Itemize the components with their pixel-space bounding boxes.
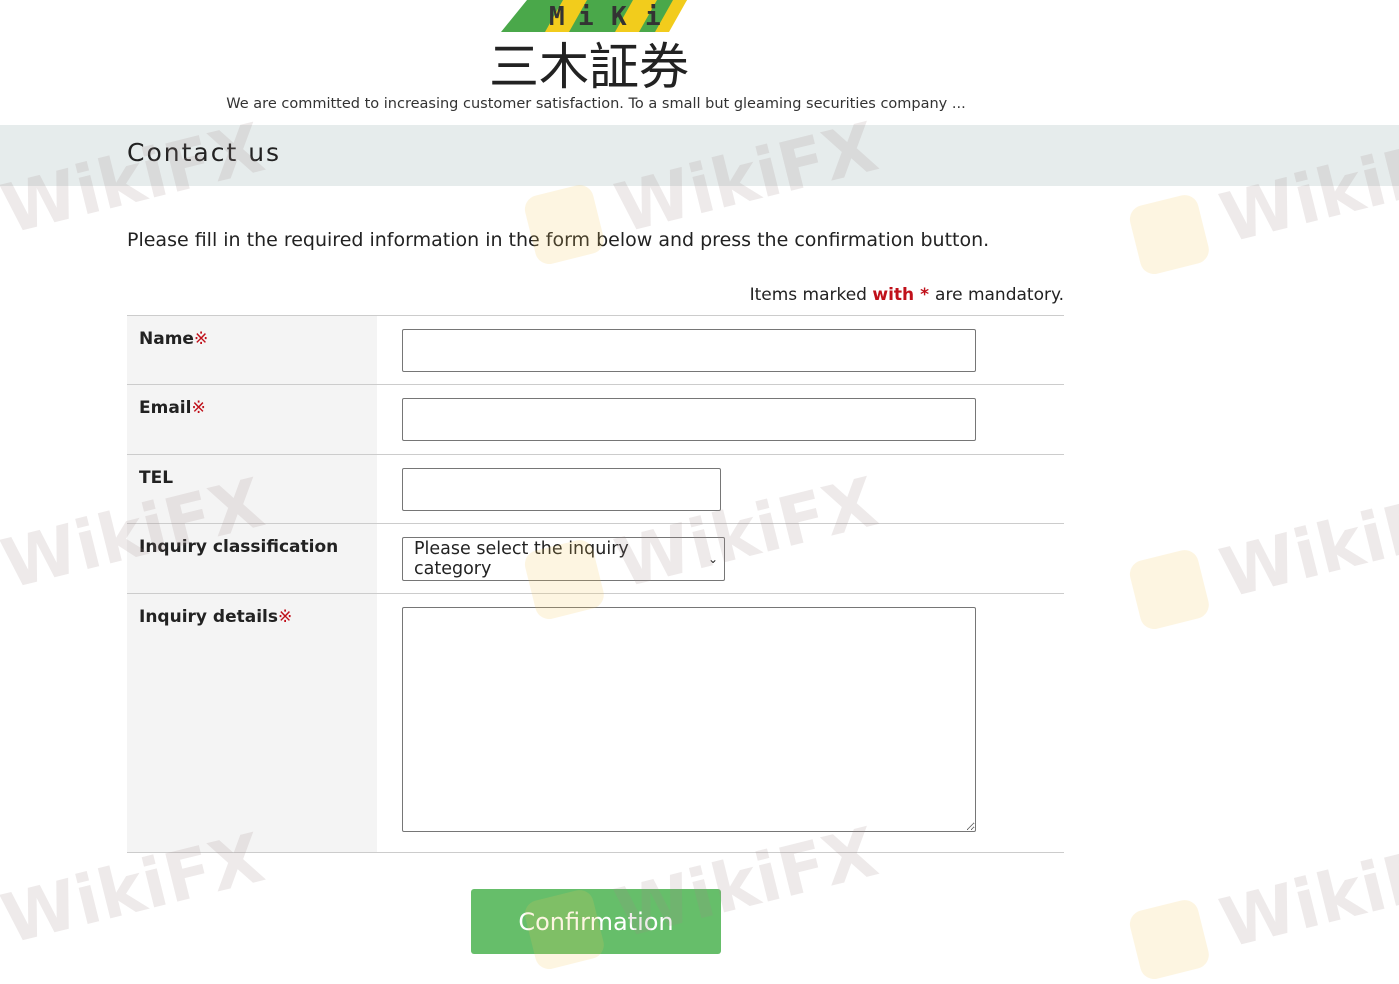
logo-letter-k: K <box>611 2 627 32</box>
mandatory-note: Items marked with * are mandatory. <box>127 285 1064 305</box>
watermark: WikiFX <box>1126 473 1399 636</box>
watermark-logo-icon <box>521 181 607 267</box>
inquiry-category-select[interactable]: Please select the inquiry category ⌄ <box>402 537 725 581</box>
watermark-logo-icon <box>1126 546 1212 632</box>
inquiry-details-field-cell <box>377 594 1064 852</box>
watermark: WikiFX <box>1126 823 1399 984</box>
contact-form: Name※ Email※ TEL Inquiry classification … <box>127 315 1064 853</box>
tel-input[interactable] <box>402 468 721 511</box>
inquiry-class-label: Inquiry classification <box>139 537 339 557</box>
mandatory-note-with: with <box>872 285 915 305</box>
confirmation-button[interactable]: Confirmation <box>471 889 721 954</box>
watermark-text: WikiFX <box>1213 473 1399 615</box>
page-title: Contact us <box>127 138 282 167</box>
logo-letter-i2: i <box>645 2 661 32</box>
mandatory-star: * <box>920 285 930 305</box>
email-field-cell <box>377 385 1064 454</box>
logo-kanji: 三木証券 <box>489 38 689 90</box>
form-row-email: Email※ <box>127 385 1064 455</box>
email-label: Email <box>139 398 192 418</box>
contact-page: M i K i 三木証券 We are committed to increas… <box>0 0 1399 984</box>
tel-field-cell <box>377 455 1064 523</box>
name-required-mark: ※ <box>193 329 209 349</box>
inquiry-details-textarea[interactable] <box>402 607 976 832</box>
chevron-down-icon: ⌄ <box>707 552 718 566</box>
form-row-inquiry-details: Inquiry details※ <box>127 594 1064 853</box>
inquiry-category-selected-value: Please select the inquiry category <box>414 539 629 579</box>
inquiry-class-label-cell: Inquiry classification <box>127 524 377 593</box>
email-required-mark: ※ <box>191 398 206 418</box>
watermark-logo-icon <box>1126 896 1212 982</box>
name-field-cell <box>377 316 1064 384</box>
name-input[interactable] <box>402 329 976 372</box>
tagline: We are committed to increasing customer … <box>226 96 966 112</box>
intro-text: Please fill in the required information … <box>127 229 990 251</box>
mandatory-note-suffix: are mandatory. <box>935 285 1064 305</box>
watermark-text: WikiFX <box>1213 823 1399 965</box>
inquiry-class-field-cell: Please select the inquiry category ⌄ <box>377 524 1064 593</box>
email-label-cell: Email※ <box>127 385 377 454</box>
miki-securities-logo[interactable]: M i K i 三木証券 <box>487 0 707 90</box>
tel-label-cell: TEL <box>127 455 377 523</box>
inquiry-details-required-mark: ※ <box>277 607 293 627</box>
name-label: Name <box>139 329 194 349</box>
email-input[interactable] <box>402 398 976 441</box>
logo-letter-m: M <box>549 2 565 32</box>
logo-letter-i: i <box>578 2 594 32</box>
name-label-cell: Name※ <box>127 316 377 384</box>
form-row-tel: TEL <box>127 455 1064 524</box>
watermark-logo-icon <box>1126 191 1212 277</box>
form-row-name: Name※ <box>127 316 1064 385</box>
form-row-inquiry-classification: Inquiry classification Please select the… <box>127 524 1064 594</box>
inquiry-details-label-cell: Inquiry details※ <box>127 594 377 852</box>
tel-label: TEL <box>139 468 174 488</box>
inquiry-details-label: Inquiry details <box>139 607 278 627</box>
mandatory-note-prefix: Items marked <box>749 285 867 305</box>
